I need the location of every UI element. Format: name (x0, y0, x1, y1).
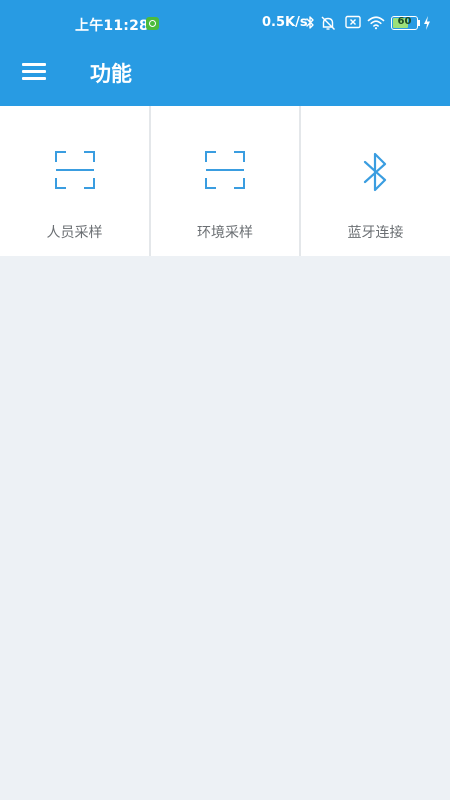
status-bar: 上午11:28 0.5K/s 60 (0, 0, 450, 48)
scan-icon (54, 151, 95, 189)
page-title: 功能 (90, 62, 132, 86)
function-label: 人员采样 (46, 225, 103, 241)
app-bar: 功能 (0, 48, 450, 106)
alarm-off-icon (321, 16, 335, 30)
network-speed: 0.5K/s (262, 15, 308, 30)
function-tile-environment-sampling[interactable]: 环境采样 (151, 106, 299, 256)
battery-tip (418, 20, 420, 26)
bluetooth-icon (363, 152, 386, 192)
bluetooth-status-icon (306, 16, 314, 29)
status-time: 上午11:28 (75, 18, 149, 34)
wifi-icon (367, 16, 385, 30)
battery-icon: 60 (391, 16, 418, 30)
function-label: 环境采样 (197, 225, 253, 241)
charging-icon (424, 16, 430, 30)
function-tile-bluetooth-connect[interactable]: 蓝牙连接 (301, 106, 450, 256)
function-label: 蓝牙连接 (347, 225, 404, 241)
sim-off-icon (345, 15, 361, 29)
battery-level: 60 (397, 16, 412, 27)
scan-icon (205, 151, 245, 189)
hamburger-menu-icon[interactable] (22, 60, 48, 82)
function-tile-person-sampling[interactable]: 人员采样 (0, 106, 149, 256)
notification-app-icon (146, 17, 159, 30)
function-grid: 人员采样 环境采样 蓝牙连接 (0, 106, 450, 256)
top-bar: 上午11:28 0.5K/s 60 功能 (0, 0, 450, 106)
app-root: 上午11:28 0.5K/s 60 功能 人员采样 环境采样 蓝牙连接 (0, 0, 450, 800)
